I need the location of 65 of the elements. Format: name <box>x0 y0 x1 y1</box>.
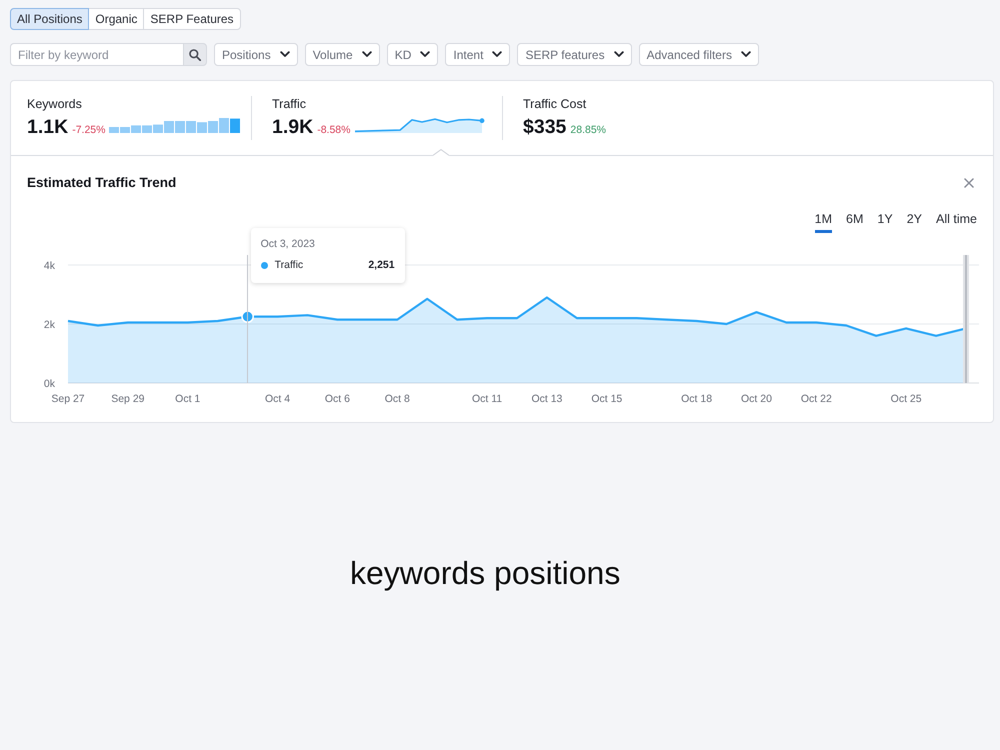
x-axis-label: Sep 27 <box>51 393 85 405</box>
y-axis-label: 4k <box>44 260 55 272</box>
period-tab[interactable]: 1M <box>814 211 832 233</box>
metric-value: 1.9K <box>272 115 314 139</box>
filter-dropdown[interactable]: Positions <box>214 43 298 66</box>
view-tab[interactable]: SERP Features <box>143 8 241 30</box>
metric-change: -7.25% <box>72 124 106 136</box>
search-field[interactable]: Filter by keyword <box>10 43 183 66</box>
chevron-down-icon <box>420 51 430 58</box>
x-axis-label: Sep 29 <box>111 393 144 405</box>
metric-label: Traffic <box>272 96 306 112</box>
x-axis-label: Oct 15 <box>591 393 622 405</box>
x-axis-label: Oct 4 <box>264 393 290 405</box>
search-button[interactable] <box>183 43 207 66</box>
view-tab[interactable]: All Positions <box>10 8 90 30</box>
tooltip-date: Oct 3, 2023 <box>260 237 316 251</box>
sparkline-bar <box>175 121 186 133</box>
x-axis-label: Oct 1 <box>175 393 200 405</box>
chevron-down-icon <box>362 51 372 58</box>
filter-dropdown[interactable]: Volume <box>304 43 380 66</box>
chevron-down-icon <box>280 51 290 58</box>
tooltip-value: 2,251 <box>368 258 395 272</box>
metric-value: 1.1K <box>27 115 68 139</box>
sparkline-bar <box>164 121 174 133</box>
sparkline-bar <box>208 121 218 133</box>
metric-value: $335 <box>523 115 566 139</box>
x-axis-label: Oct 22 <box>800 393 832 405</box>
x-axis-label: Oct 18 <box>681 393 712 405</box>
x-axis-label: Oct 11 <box>472 393 502 405</box>
x-axis-label: Oct 25 <box>890 393 922 405</box>
caption-text: keywords positions <box>349 554 622 592</box>
metric-change: -8.58% <box>317 124 350 136</box>
tooltip-series-label: Traffic <box>274 258 304 272</box>
metric-label: Traffic Cost <box>523 96 586 112</box>
period-tab[interactable]: All time <box>936 211 977 233</box>
sparkline-bar <box>219 118 230 133</box>
period-tab[interactable]: 1Y <box>877 211 893 233</box>
period-tab[interactable]: 6M <box>846 211 864 233</box>
x-axis-label: Oct 20 <box>741 393 772 405</box>
x-axis-label: Oct 8 <box>384 393 410 405</box>
period-tab[interactable]: 2Y <box>906 211 922 233</box>
sparkline-bar <box>186 121 196 133</box>
filter-dropdown[interactable]: KD <box>386 43 438 66</box>
filter-dropdown[interactable]: Intent <box>445 43 510 66</box>
y-axis-label: 0k <box>44 378 55 390</box>
metric-change: 28.85% <box>570 124 606 136</box>
chevron-down-icon <box>614 51 624 58</box>
x-axis-label: Oct 13 <box>531 393 562 405</box>
range-handle[interactable] <box>963 255 969 383</box>
close-icon <box>964 178 974 188</box>
x-axis-label: Oct 6 <box>324 393 350 405</box>
metric-label: Keywords <box>27 96 82 112</box>
close-button[interactable] <box>962 176 976 190</box>
y-axis-label: 2k <box>44 318 55 331</box>
sparkline-bar <box>230 118 240 133</box>
search-icon <box>189 48 201 60</box>
sparkline-bar <box>153 124 164 133</box>
hover-point-icon <box>241 310 254 323</box>
view-tab[interactable]: Organic <box>88 8 144 30</box>
filter-dropdown[interactable]: Advanced filters <box>638 43 759 66</box>
filter-dropdown[interactable]: SERP features <box>517 43 632 66</box>
sparkline-bar <box>197 122 208 133</box>
chevron-down-icon <box>492 51 502 58</box>
chart-title: Estimated Traffic Trend <box>27 174 176 192</box>
chevron-down-icon <box>740 51 751 58</box>
